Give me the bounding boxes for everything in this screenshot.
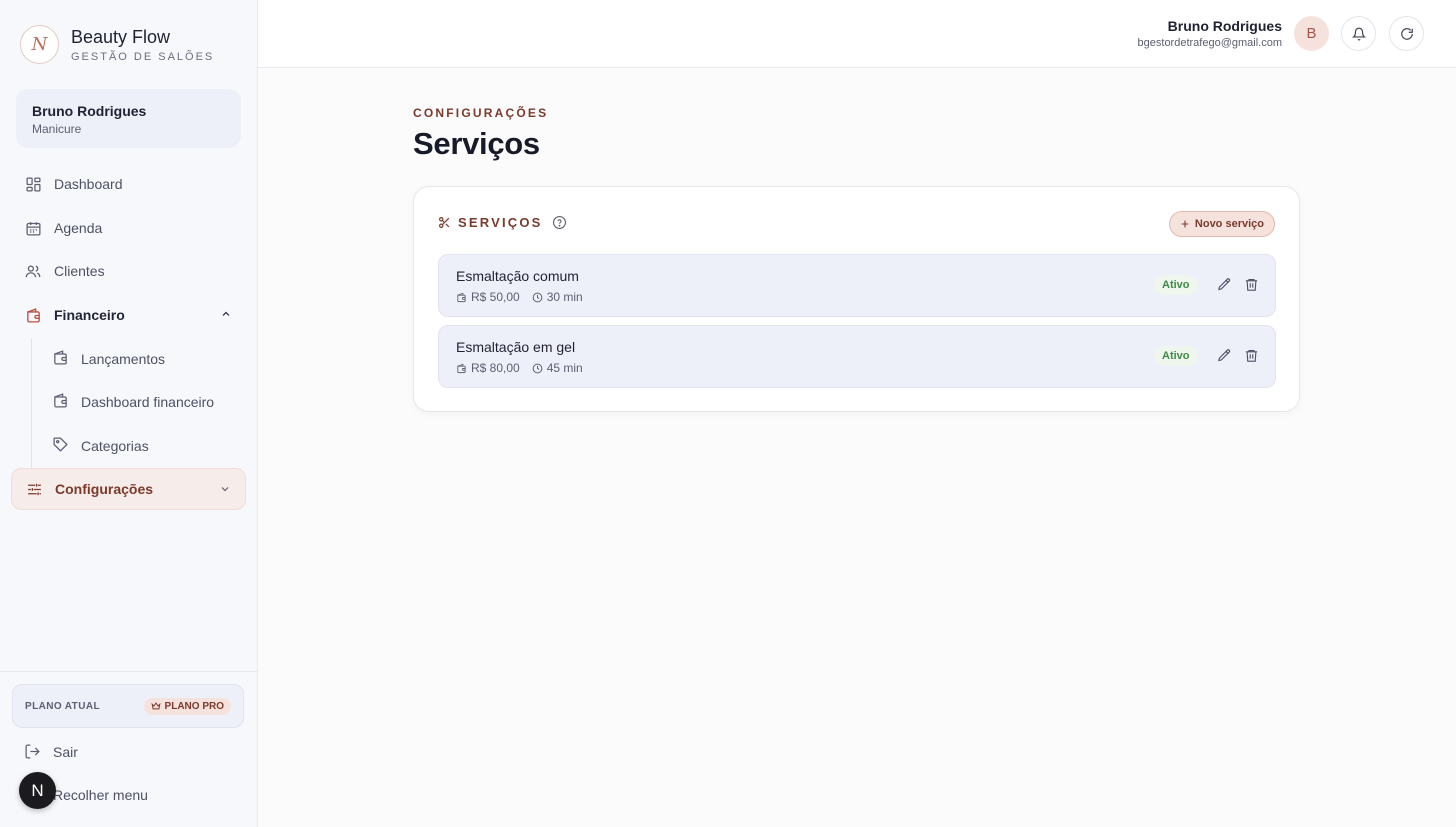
- wallet-icon: [52, 392, 69, 412]
- calendar-icon: [24, 219, 42, 237]
- brand-subtitle: GESTÃO DE SALÕES: [71, 51, 215, 63]
- refresh-icon: [1400, 27, 1414, 41]
- topbar-user-name: Bruno Rodrigues: [1167, 18, 1282, 34]
- service-duration: 30 min: [546, 290, 583, 304]
- sidebar-item-label: Agenda: [54, 220, 103, 236]
- subnav-divider: [31, 338, 32, 468]
- new-service-label: Novo serviço: [1194, 218, 1264, 230]
- user-card[interactable]: Bruno Rodrigues Manicure: [16, 89, 241, 148]
- sidebar-item-label: Clientes: [54, 263, 105, 279]
- service-meta: R$ 80,00 45 min: [456, 361, 595, 375]
- plan-label: PLANO ATUAL: [25, 700, 100, 712]
- sidebar-item-dashboard[interactable]: Dashboard: [11, 163, 246, 205]
- logout-label: Sair: [53, 743, 78, 760]
- brand-logo: N: [20, 25, 59, 64]
- notifications-button[interactable]: [1341, 16, 1376, 51]
- sidebar-subitem-dashboard-financeiro[interactable]: Dashboard financeiro: [52, 383, 242, 421]
- services-card-header: SERVIÇOS: [438, 215, 567, 230]
- service-price: R$ 50,00: [471, 290, 520, 304]
- sidebar-subitem-label: Categorias: [81, 438, 149, 454]
- user-card-role: Manicure: [32, 122, 82, 136]
- trash-icon[interactable]: [1244, 277, 1259, 292]
- wallet-icon: [456, 292, 467, 303]
- service-meta: R$ 50,00 30 min: [456, 290, 595, 304]
- plan-badge: PLANO PRO: [143, 697, 231, 715]
- sidebar-footer-divider: [0, 671, 257, 672]
- refresh-button[interactable]: [1389, 16, 1424, 51]
- floating-action-button[interactable]: N: [19, 772, 56, 809]
- status-badge: Ativo: [1154, 275, 1198, 295]
- sidebar-item-agenda[interactable]: Agenda: [11, 207, 246, 249]
- sidebar-item-clientes[interactable]: Clientes: [11, 250, 246, 292]
- sidebar-subitem-label: Lançamentos: [81, 351, 166, 367]
- logout-button[interactable]: Sair: [24, 743, 78, 760]
- page-title: Serviços: [413, 126, 540, 161]
- crown-icon: [151, 701, 161, 711]
- users-icon: [24, 262, 42, 280]
- user-card-name: Bruno Rodrigues: [32, 103, 147, 119]
- plan-badge-label: PLANO PRO: [164, 700, 224, 712]
- service-price: R$ 80,00: [471, 361, 520, 375]
- tag-icon: [52, 436, 69, 456]
- topbar-user-email: bgestordetrafego@gmail.com: [1137, 37, 1282, 49]
- sliders-icon: [25, 480, 43, 498]
- plus-icon: [1180, 219, 1190, 229]
- help-icon[interactable]: [552, 215, 567, 230]
- service-row[interactable]: Esmaltação comum R$ 50,00 30 min Ativo: [438, 254, 1276, 317]
- services-card-title: SERVIÇOS: [458, 215, 543, 230]
- edit-icon[interactable]: [1217, 348, 1232, 363]
- wallet-icon: [456, 363, 467, 374]
- service-duration: 45 min: [546, 361, 583, 375]
- sidebar-item-label: Configurações: [55, 481, 154, 497]
- wallet-icon: [52, 349, 69, 369]
- sidebar-item-financeiro[interactable]: Financeiro: [11, 294, 246, 336]
- dashboard-icon: [24, 175, 42, 193]
- sidebar-item-label: Financeiro: [54, 307, 125, 323]
- brand[interactable]: N Beauty Flow GESTÃO DE SALÕES: [20, 25, 214, 64]
- avatar[interactable]: B: [1294, 16, 1329, 51]
- edit-icon[interactable]: [1217, 277, 1232, 292]
- topbar: Bruno Rodrigues bgestordetrafego@gmail.c…: [258, 0, 1456, 68]
- plan-box[interactable]: PLANO ATUAL PLANO PRO: [12, 684, 244, 728]
- sidebar-item-configuracoes[interactable]: Configurações: [11, 468, 246, 510]
- scissors-icon: [438, 216, 451, 229]
- status-badge: Ativo: [1154, 346, 1198, 366]
- clock-icon: [532, 363, 543, 374]
- sidebar-subitem-lancamentos[interactable]: Lançamentos: [52, 340, 242, 378]
- trash-icon[interactable]: [1244, 348, 1259, 363]
- service-name: Esmaltação comum: [456, 268, 579, 284]
- collapse-label: Recolher menu: [53, 786, 148, 803]
- service-name: Esmaltação em gel: [456, 339, 576, 355]
- chevron-down-icon: [219, 482, 231, 498]
- clock-icon: [532, 292, 543, 303]
- sidebar-subitem-categorias[interactable]: Categorias: [52, 427, 242, 465]
- topbar-user-info: Bruno Rodrigues bgestordetrafego@gmail.c…: [1138, 18, 1282, 49]
- new-service-button[interactable]: Novo serviço: [1168, 211, 1275, 237]
- page-eyebrow: CONFIGURAÇÕES: [413, 106, 549, 120]
- chevron-up-icon: [220, 307, 232, 323]
- services-card: SERVIÇOS Novo serviço Esmaltação comum R…: [413, 186, 1300, 412]
- bell-icon: [1351, 27, 1366, 41]
- sidebar: N Beauty Flow GESTÃO DE SALÕES Bruno Rod…: [0, 0, 258, 827]
- sidebar-subitem-label: Dashboard financeiro: [81, 394, 215, 410]
- logout-icon: [24, 743, 41, 760]
- sidebar-item-label: Dashboard: [54, 176, 123, 192]
- brand-name: Beauty Flow: [71, 27, 171, 47]
- service-row[interactable]: Esmaltação em gel R$ 80,00 45 min Ativo: [438, 325, 1276, 388]
- wallet-icon: [24, 306, 42, 324]
